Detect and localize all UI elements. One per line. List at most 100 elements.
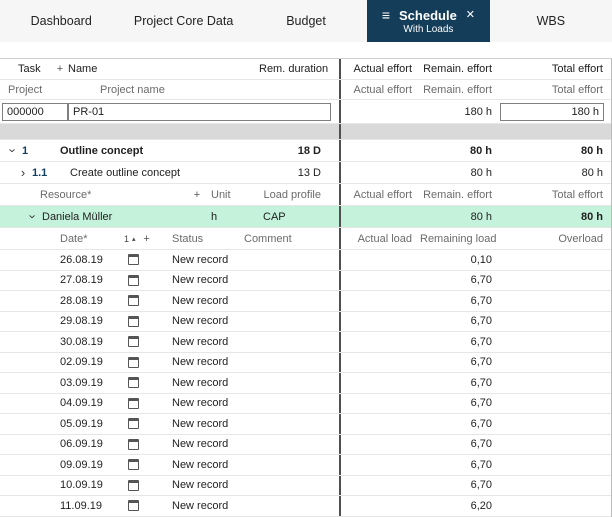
remaining-load-value: 0,10 xyxy=(420,254,500,266)
date-row[interactable]: 09.09.19 New record 6,70 xyxy=(0,455,611,476)
chevron-down-icon[interactable]: › xyxy=(24,210,42,223)
task-duration: 18 D xyxy=(259,145,339,157)
col-status: Status xyxy=(172,233,244,245)
tab-schedule-main: ≡ Schedule ✕ xyxy=(382,8,475,23)
col-actual-effort: Actual effort xyxy=(341,63,420,75)
remaining-load-value: 6,70 xyxy=(420,336,500,348)
date-value: 29.08.19 xyxy=(60,315,124,327)
task-row-1[interactable]: › 1 Outline concept 18 D 80 h 80 h xyxy=(0,140,611,162)
resource-name: Daniela Müller xyxy=(42,211,205,223)
add-task-button[interactable]: + xyxy=(52,63,68,75)
resource-unit: h xyxy=(205,211,251,223)
sort-order-number: 1 xyxy=(124,234,129,244)
tab-bar: Dashboard Project Core Data Budget ≡ Sch… xyxy=(0,0,612,42)
status-value: New record xyxy=(172,500,244,512)
task-header-row: Task + Name Rem. duration Actual effort … xyxy=(0,59,611,80)
tab-schedule-sublabel: With Loads xyxy=(403,24,453,35)
calendar-icon[interactable] xyxy=(128,316,139,327)
status-value: New record xyxy=(172,397,244,409)
task-duration: 13 D xyxy=(259,167,339,179)
date-row[interactable]: 06.09.19 New record 6,70 xyxy=(0,435,611,456)
close-icon[interactable]: ✕ xyxy=(466,10,475,21)
col-total-effort-3: Total effort xyxy=(500,189,611,201)
task-row-1-1[interactable]: › 1.1 Create outline concept 13 D 80 h 8… xyxy=(0,162,611,184)
date-row[interactable]: 29.08.19 New record 6,70 xyxy=(0,312,611,333)
date-row[interactable]: 05.09.19 New record 6,70 xyxy=(0,414,611,435)
task-number: 1.1 xyxy=(32,167,70,179)
remaining-load-value: 6,70 xyxy=(420,274,500,286)
calendar-icon[interactable] xyxy=(128,439,139,450)
col-date: Date* xyxy=(60,233,124,245)
date-row[interactable]: 11.09.19 New record 6,20 xyxy=(0,496,611,517)
resource-row[interactable]: › Daniela Müller h CAP 80 h 80 h xyxy=(0,206,611,228)
add-date-button[interactable]: + xyxy=(139,233,155,245)
status-value: New record xyxy=(172,438,244,450)
date-value: 27.08.19 xyxy=(60,274,124,286)
col-task: Task xyxy=(0,63,52,75)
status-value: New record xyxy=(172,254,244,266)
col-remaining-load: Remaining load xyxy=(420,233,500,245)
task-remain-effort: 80 h xyxy=(420,145,500,157)
calendar-icon[interactable] xyxy=(128,418,139,429)
calendar-icon[interactable] xyxy=(128,336,139,347)
tab-schedule[interactable]: ≡ Schedule ✕ With Loads xyxy=(367,0,489,42)
status-value: New record xyxy=(172,356,244,368)
add-resource-button[interactable]: + xyxy=(189,189,205,201)
chevron-right-icon[interactable]: › xyxy=(14,166,32,179)
calendar-icon[interactable] xyxy=(128,480,139,491)
date-row[interactable]: 27.08.19 New record 6,70 xyxy=(0,271,611,292)
col-unit: Unit xyxy=(205,189,251,201)
project-id-input[interactable] xyxy=(2,103,68,121)
calendar-icon[interactable] xyxy=(128,459,139,470)
project-row[interactable]: 180 h xyxy=(0,100,611,124)
date-value: 02.09.19 xyxy=(60,356,124,368)
task-remain-effort: 80 h xyxy=(420,167,500,179)
calendar-icon[interactable] xyxy=(128,377,139,388)
separator-band xyxy=(0,124,611,140)
schedule-table: Task + Name Rem. duration Actual effort … xyxy=(0,58,612,517)
date-row[interactable]: 10.09.19 New record 6,70 xyxy=(0,476,611,497)
date-row[interactable]: 30.08.19 New record 6,70 xyxy=(0,332,611,353)
remaining-load-value: 6,70 xyxy=(420,438,500,450)
tab-project-core-data[interactable]: Project Core Data xyxy=(122,0,244,42)
calendar-icon[interactable] xyxy=(128,398,139,409)
remaining-load-value: 6,70 xyxy=(420,295,500,307)
calendar-icon[interactable] xyxy=(128,275,139,286)
resource-remain-effort: 80 h xyxy=(420,211,500,223)
chevron-down-icon[interactable]: › xyxy=(4,144,22,157)
calendar-icon[interactable] xyxy=(128,500,139,511)
date-value: 04.09.19 xyxy=(60,397,124,409)
tab-schedule-label: Schedule xyxy=(399,8,457,23)
project-total-effort-input[interactable] xyxy=(500,103,604,121)
col-name: Name xyxy=(68,63,259,75)
calendar-icon[interactable] xyxy=(128,254,139,265)
date-row[interactable]: 04.09.19 New record 6,70 xyxy=(0,394,611,415)
date-value: 26.08.19 xyxy=(60,254,124,266)
project-name-input[interactable] xyxy=(68,103,331,121)
calendar-icon[interactable] xyxy=(128,357,139,368)
status-value: New record xyxy=(172,418,244,430)
date-row[interactable]: 02.09.19 New record 6,70 xyxy=(0,353,611,374)
calendar-icon[interactable] xyxy=(128,295,139,306)
remaining-load-value: 6,70 xyxy=(420,356,500,368)
date-value: 11.09.19 xyxy=(60,500,124,512)
date-value: 28.08.19 xyxy=(60,295,124,307)
menu-icon[interactable]: ≡ xyxy=(382,8,390,22)
tab-budget[interactable]: Budget xyxy=(245,0,367,42)
sort-ascending-icon[interactable]: 1 ▴ + xyxy=(124,233,172,245)
col-actual-effort-3: Actual effort xyxy=(341,189,420,201)
app: Dashboard Project Core Data Budget ≡ Sch… xyxy=(0,0,612,515)
task-name: Outline concept xyxy=(60,145,259,157)
date-row[interactable]: 26.08.19 New record 0,10 xyxy=(0,250,611,271)
date-row[interactable]: 28.08.19 New record 6,70 xyxy=(0,291,611,312)
status-value: New record xyxy=(172,315,244,327)
task-number: 1 xyxy=(22,145,60,157)
task-name: Create outline concept xyxy=(70,167,259,179)
sort-arrow-icon: ▴ xyxy=(132,235,136,243)
remaining-load-value: 6,70 xyxy=(420,397,500,409)
col-remain-effort: Remain. effort xyxy=(420,63,500,75)
tab-dashboard[interactable]: Dashboard xyxy=(0,0,122,42)
date-row[interactable]: 03.09.19 New record 6,70 xyxy=(0,373,611,394)
status-value: New record xyxy=(172,295,244,307)
tab-wbs[interactable]: WBS xyxy=(490,0,612,42)
